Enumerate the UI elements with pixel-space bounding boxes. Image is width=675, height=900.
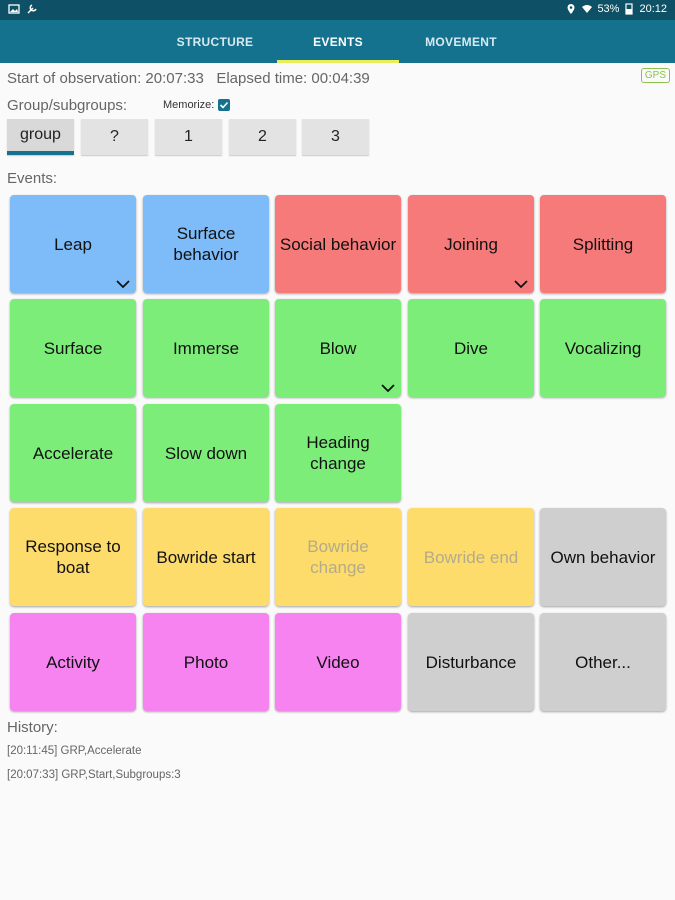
- event-label: Bowride change: [307, 537, 369, 577]
- event-label: Slow down: [164, 443, 248, 463]
- event-bowride-end-button[interactable]: Bowride end: [408, 508, 534, 606]
- event-label: Surface: [43, 338, 103, 358]
- elapsed-time: 00:04:39: [311, 70, 370, 87]
- subgroup-unknown-button[interactable]: ?: [81, 119, 148, 155]
- event-leap-button[interactable]: Leap: [10, 195, 136, 293]
- observation-info: Start of observation: 20:07:33 Elapsed t…: [7, 70, 370, 87]
- event-label: Bowride start: [156, 547, 256, 567]
- chevron-down-icon: [116, 280, 130, 289]
- event-response-to-boat-button[interactable]: Response to boat: [10, 508, 136, 606]
- event-label: Activity: [46, 652, 100, 672]
- event-splitting-button[interactable]: Splitting: [540, 195, 666, 293]
- history-entry: [20:07:33] GRP,Start,Subgroups:3: [7, 769, 181, 781]
- event-label: Joining: [444, 234, 498, 254]
- event-dive-button[interactable]: Dive: [408, 299, 534, 397]
- event-label: Response to boat: [25, 537, 121, 577]
- event-bowride-change-button[interactable]: Bowride change: [275, 508, 401, 606]
- event-vocalizing-button[interactable]: Vocalizing: [540, 299, 666, 397]
- event-surface-button[interactable]: Surface: [10, 299, 136, 397]
- event-label: Heading change: [306, 433, 370, 473]
- event-bowride-start-button[interactable]: Bowride start: [143, 508, 269, 606]
- tab-bar: STRUCTURE EVENTS MOVEMENT: [0, 20, 675, 63]
- event-label: Splitting: [572, 234, 634, 254]
- event-surface-behavior-button[interactable]: Surface behavior: [143, 195, 269, 293]
- group-subgroups-label: Group/subgroups:: [7, 97, 128, 114]
- image-icon: [8, 4, 20, 14]
- location-icon: [567, 4, 575, 14]
- event-label: Blow: [319, 338, 357, 358]
- history-label: History:: [7, 719, 58, 736]
- event-heading-change-button[interactable]: Heading change: [275, 404, 401, 502]
- subgroup-1-button[interactable]: 1: [155, 119, 222, 155]
- gps-badge: GPS: [640, 68, 670, 83]
- tab-movement[interactable]: MOVEMENT: [401, 20, 521, 63]
- event-accelerate-button[interactable]: Accelerate: [10, 404, 136, 502]
- tab-structure[interactable]: STRUCTURE: [155, 20, 275, 63]
- memorize-label: Memorize:: [163, 99, 215, 111]
- event-blow-button[interactable]: Blow: [275, 299, 401, 397]
- tab-active-indicator: [277, 60, 399, 63]
- chevron-down-icon: [514, 280, 528, 289]
- clock: 20:12: [639, 3, 667, 15]
- event-label: Accelerate: [32, 443, 114, 463]
- event-label: Own behavior: [550, 547, 656, 567]
- event-disturbance-button[interactable]: Disturbance: [408, 613, 534, 711]
- subgroup-2-button[interactable]: 2: [229, 119, 296, 155]
- subgroup-3-button[interactable]: 3: [302, 119, 369, 155]
- start-label: Start of observation:: [7, 70, 142, 87]
- event-other-button[interactable]: Other...: [540, 613, 666, 711]
- memorize-checkbox[interactable]: [218, 99, 231, 111]
- memorize-option[interactable]: Memorize:: [163, 99, 231, 111]
- battery-percentage: 53%: [597, 3, 620, 15]
- events-label: Events:: [7, 170, 58, 187]
- event-label: Vocalizing: [564, 338, 642, 358]
- event-slow-down-button[interactable]: Slow down: [143, 404, 269, 502]
- chevron-down-icon: [381, 384, 395, 393]
- event-activity-button[interactable]: Activity: [10, 613, 136, 711]
- history-entry: [20:11:45] GRP,Accelerate: [7, 745, 142, 757]
- status-bar: 53% 20:12: [0, 0, 675, 20]
- event-immerse-button[interactable]: Immerse: [143, 299, 269, 397]
- elapsed-label: Elapsed time:: [216, 70, 308, 87]
- event-label: Immerse: [172, 338, 240, 358]
- event-joining-button[interactable]: Joining: [408, 195, 534, 293]
- event-video-button[interactable]: Video: [275, 613, 401, 711]
- event-label: Dive: [453, 338, 488, 358]
- event-label: Bowride end: [423, 547, 519, 567]
- check-icon: [220, 101, 229, 109]
- tab-label: MOVEMENT: [425, 34, 497, 49]
- event-own-behavior-button[interactable]: Own behavior: [540, 508, 666, 606]
- event-label: Social behavior: [279, 234, 397, 254]
- tab-events[interactable]: EVENTS: [277, 20, 399, 63]
- event-label: Other...: [575, 652, 631, 672]
- tool-icon: [27, 4, 37, 14]
- event-label: Video: [316, 652, 360, 672]
- tab-label: STRUCTURE: [176, 34, 254, 49]
- event-photo-button[interactable]: Photo: [143, 613, 269, 711]
- start-time: 20:07:33: [145, 70, 204, 87]
- wifi-icon: [582, 5, 593, 13]
- event-label: Photo: [183, 652, 229, 672]
- tab-label: EVENTS: [313, 34, 363, 49]
- event-label: Disturbance: [425, 652, 517, 672]
- event-label: Leap: [54, 234, 92, 254]
- group-button[interactable]: group: [7, 119, 74, 155]
- event-social-behavior-button[interactable]: Social behavior: [275, 195, 401, 293]
- battery-icon: [625, 3, 634, 15]
- event-label: Surface behavior: [173, 224, 239, 264]
